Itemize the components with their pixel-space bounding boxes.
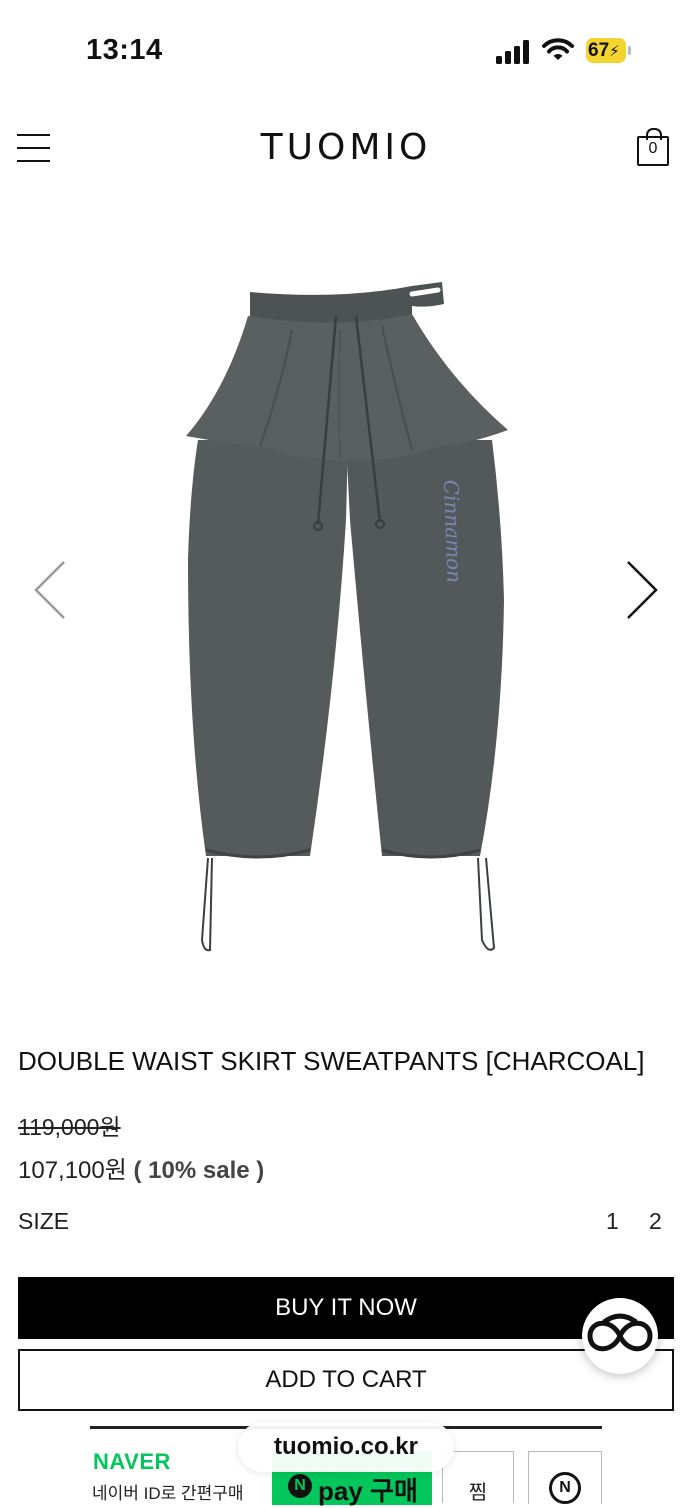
product-title: DOUBLE WAIST SKIRT SWEATPANTS [CHARCOAL]: [18, 1046, 645, 1076]
battery-tip: [628, 46, 631, 55]
wishlist-button[interactable]: 찜: [442, 1451, 514, 1504]
waistband: [250, 282, 444, 324]
size-label: SIZE: [18, 1208, 70, 1234]
size-option-1[interactable]: 1: [606, 1208, 619, 1235]
shopping-bag-icon[interactable]: 0: [637, 128, 669, 166]
naver-talk-button[interactable]: N: [528, 1451, 602, 1504]
previous-image-arrow-icon[interactable]: [30, 558, 70, 622]
embroidery-text: Cinnamon: [439, 479, 467, 583]
peplum-skirt: [186, 314, 508, 461]
battery-percent: 67⚡: [588, 40, 620, 61]
battery-indicator: 67⚡: [586, 38, 632, 63]
cellular-signal-icon: [496, 40, 529, 64]
chat-logo-icon: [587, 1313, 653, 1352]
npay-label: pay 구매: [318, 1476, 418, 1506]
right-hem-cord: [477, 857, 496, 951]
sale-price: 107,100원: [18, 1157, 127, 1184]
cart-count: 0: [648, 140, 658, 157]
add-to-cart-button[interactable]: ADD TO CART: [18, 1349, 674, 1411]
brand-logo[interactable]: TUOMIO: [240, 124, 452, 170]
pants-right-leg: [346, 440, 504, 856]
product-image: Cinnamon: [186, 282, 508, 952]
size-option-2[interactable]: 2: [649, 1208, 662, 1235]
naver-talk-icon: N: [549, 1472, 581, 1504]
site-header: TUOMIO 0: [0, 100, 692, 200]
left-hem-cord: [200, 857, 213, 952]
original-price: 119,000원: [18, 1114, 121, 1140]
wifi-icon: [542, 38, 574, 60]
chat-bubble-button[interactable]: [582, 1298, 658, 1374]
naver-brand: NAVER: [93, 1449, 171, 1474]
next-image-arrow-icon[interactable]: [622, 558, 662, 622]
buy-it-now-button[interactable]: BUY IT NOW: [18, 1277, 674, 1339]
naver-subtitle: 네이버 ID로 간편구매: [92, 1484, 244, 1503]
browser-url-bar[interactable]: tuomio.co.kr: [238, 1422, 454, 1472]
status-time: 13:14: [86, 34, 163, 66]
sale-price-line: 107,100원 ( 10% sale ): [18, 1150, 264, 1185]
hamburger-menu-icon[interactable]: [17, 134, 50, 162]
npay-logo-icon: N: [288, 1474, 312, 1498]
sale-percent: ( 10% sale ): [133, 1157, 265, 1184]
status-bar: 13:14 67⚡: [0, 0, 692, 100]
pants-left-leg: [188, 440, 348, 856]
